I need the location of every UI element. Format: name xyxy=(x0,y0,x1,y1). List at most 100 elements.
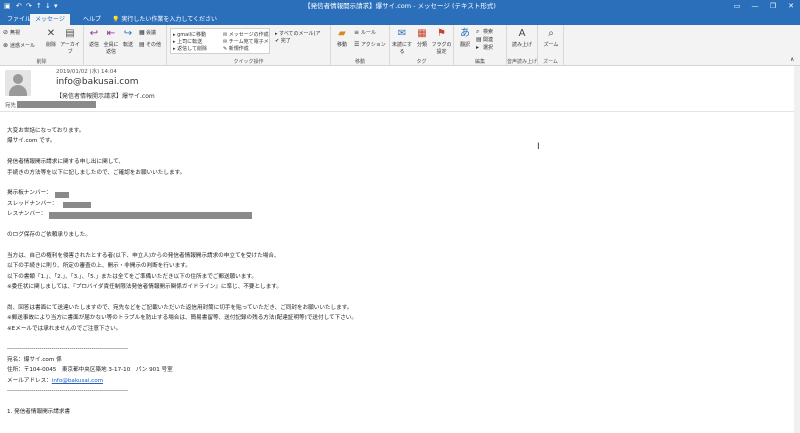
body-line: メールアドレス：info@bakusai.com xyxy=(7,378,104,384)
read-aloud-button[interactable]: A 読み上げ xyxy=(511,28,533,48)
unread-button[interactable]: ✉ 未読にする xyxy=(391,28,413,55)
junk-icon: ⊗ xyxy=(3,42,9,49)
select-icon: ▸ xyxy=(476,44,480,51)
collapse-ribbon-icon[interactable]: ∧ xyxy=(790,56,794,63)
body-line: のログ保存のご依頼承りました。 xyxy=(7,232,91,238)
rules-icon: ≡ xyxy=(354,29,360,36)
archive-icon: ▤ xyxy=(65,28,75,39)
edit-group: あ翻訳 ⌕ 検索 ▤関連 ▸ 選択 編集 xyxy=(454,25,507,66)
delete-x-icon: ✕ xyxy=(46,28,56,39)
tell-me-box[interactable]: 💡 実行したい作業を入力してください xyxy=(112,14,217,25)
reply-button[interactable]: ↩ 返信 xyxy=(86,28,102,48)
email-link[interactable]: info@bakusai.com xyxy=(52,378,103,384)
text-cursor-icon: I xyxy=(537,142,540,152)
reply-all-button[interactable]: ⇤ 全員に返信 xyxy=(102,28,120,55)
junk-button[interactable]: ⊗ 迷惑メール xyxy=(3,42,35,49)
quick-step-gmail[interactable]: ▸ gmailに移動 xyxy=(173,31,206,38)
quick-step-done[interactable]: ✔ 完了 xyxy=(275,37,291,44)
to-label: 宛先 xyxy=(5,103,17,109)
quick-step-all-mail[interactable]: ▸ すべてのメール(ア xyxy=(275,30,321,37)
related-button[interactable]: ▤関連 xyxy=(476,36,493,43)
quick-step-team-email[interactable]: ✉ チーム宛て電子メ xyxy=(223,38,269,45)
tab-help[interactable]: ヘルプ xyxy=(78,14,106,25)
envelope-icon: ✉ xyxy=(397,28,407,39)
quick-steps-label: クイック操作 xyxy=(233,59,264,65)
redacted-recipient xyxy=(17,101,96,108)
tags-group: ✉ 未読にする ▦ 分類 ⚑ フラグの設定 タグ xyxy=(390,25,454,66)
body-line: 宛名：爆サイ.com 係 xyxy=(7,357,62,363)
body-line: ----------------------------------------… xyxy=(7,346,129,352)
minimize-button[interactable]: — xyxy=(746,0,764,13)
more-button[interactable]: ▤その他 xyxy=(139,41,161,48)
body-line: スレッドナンバー： xyxy=(7,201,58,207)
sent-date: 2019/01/02 (水) 14:04 xyxy=(56,69,117,75)
body-line: 住所：〒104-0045 東京都中央区築地 3-17-10 パン 901 号室 xyxy=(7,367,173,373)
body-line: ※委任状に関しましては、『プロバイダ責任制限法発信者情報開示関係ガイドライン』に… xyxy=(7,284,282,290)
sender-address[interactable]: info@bakusai.com xyxy=(56,77,139,87)
quick-steps-group: ▸ gmailに移動 ▸ 上司に転送 ▸ 返信して削除 ✉ メッセージの作成 ✉… xyxy=(167,25,331,66)
lightbulb-icon: 💡 xyxy=(112,16,122,23)
followup-button[interactable]: ⚑ フラグの設定 xyxy=(431,28,452,55)
body-line: ----------------------------------------… xyxy=(7,388,129,394)
body-line: 発信者情報開示請求に関する申し出に関して、 xyxy=(7,159,125,165)
archive-button[interactable]: ▤ アーカイブ xyxy=(60,28,80,55)
speaker-icon: A xyxy=(518,28,526,39)
message-header xyxy=(0,66,800,112)
magnifier-icon: ⌕ xyxy=(548,28,554,39)
forward-button[interactable]: ↪ 転送 xyxy=(120,28,136,48)
quick-step-create-message[interactable]: ✉ メッセージの作成 xyxy=(223,31,269,38)
window-title: 【発信者情報開示請求】爆サイ.com - メッセージ (テキスト形式) xyxy=(304,2,496,10)
body-line: 掲示板ナンバー： xyxy=(7,190,52,196)
categorize-button[interactable]: ▦ 分類 xyxy=(414,28,430,48)
actions-button[interactable]: ☰ アクション xyxy=(354,41,386,48)
body-line: ※郵送事故により当方に書面が届かない等のトラブルを防止する場合は、簡易書留等、送… xyxy=(7,315,357,321)
ribbon: ⊘ 無視 ⊗ 迷惑メール ✕ 削除 ▤ アーカイブ 削除 ↩ 返信 ⇤ 全員に返信 ↪ 転送 … xyxy=(0,25,800,66)
related-icon: ▤ xyxy=(476,36,482,43)
redacted-board-number xyxy=(55,192,69,198)
restore-button[interactable]: ❐ xyxy=(764,0,782,13)
delete-group-label: 削除 xyxy=(36,59,47,65)
calendar-icon: ▦ xyxy=(139,29,145,36)
rules-button[interactable]: ≡ ルール xyxy=(354,29,376,36)
redacted-thread-number xyxy=(63,202,91,208)
vertical-scrollbar[interactable] xyxy=(794,66,800,433)
body-line: ※Eメールでは承れませんのでご注意下さい。 xyxy=(7,326,122,332)
folder-move-icon: ▰ xyxy=(338,28,346,39)
message-subject: 【発信者情報開示請求】爆サイ.com xyxy=(56,93,155,100)
edit-group-label: 編集 xyxy=(474,59,485,65)
body-line: 以下の手続きに則り、所定の審査の上、開示・非開示の判断を行います。 xyxy=(7,263,191,269)
reply-arrow-icon: ↩ xyxy=(89,28,99,39)
forward-arrow-icon: ↪ xyxy=(123,28,133,39)
search-icon: ⌕ xyxy=(476,28,480,35)
body-line: 手続きの方法等を以下に記しましたので、ご確認をお願いいたします。 xyxy=(7,170,186,176)
body-line: レスナンバー： xyxy=(7,211,47,217)
ignore-button[interactable]: ⊘ 無視 xyxy=(3,29,20,36)
zoom-button[interactable]: ⌕ ズーム xyxy=(541,28,561,48)
translate-icon: あ xyxy=(460,28,470,39)
tags-group-label: タグ xyxy=(416,59,427,65)
ribbon-tabs: ファイル メッセージ ヘルプ 💡 実行したい作業を入力してください xyxy=(0,13,800,25)
tab-message[interactable]: メッセージ xyxy=(30,14,70,25)
body-line: 以下の書類「1.」、「2.」、「3.」、「5.」または全てをご準備いただき以下の… xyxy=(7,274,258,280)
ribbon-display-icon[interactable]: ▭ xyxy=(728,0,746,13)
speech-group-label: 音声読み上げ xyxy=(507,59,538,65)
close-button[interactable]: ✕ xyxy=(782,0,800,13)
quick-step-reply-delete[interactable]: ▸ 返信して削除 xyxy=(173,45,207,52)
move-group-label: 移動 xyxy=(354,59,365,65)
zoom-group: ⌕ ズーム ズーム xyxy=(538,25,564,66)
delete-button[interactable]: ✕ 削除 xyxy=(42,28,60,48)
body-line: 尚、回答は書面にて送達いたしますので、宛先などをご記載いただいた返信用封筒に切手… xyxy=(7,305,353,311)
body-line: 爆サイ.com です。 xyxy=(7,138,56,144)
meeting-button[interactable]: ▦会議 xyxy=(139,29,156,36)
select-button[interactable]: ▸ 選択 xyxy=(476,44,493,51)
quick-steps-gallery: ▸ gmailに移動 ▸ 上司に転送 ▸ 返信して削除 ✉ メッセージの作成 ✉… xyxy=(170,28,270,54)
move-button[interactable]: ▰ 移動 xyxy=(334,28,350,48)
move-group: ▰ 移動 ≡ ルール ☰ アクション 移動 xyxy=(331,25,390,66)
tell-me-text: 実行したい作業を入力してください xyxy=(121,16,218,23)
quick-step-new[interactable]: ✎ 新規作成 xyxy=(223,45,249,52)
translate-button[interactable]: あ翻訳 xyxy=(457,28,473,48)
find-button[interactable]: ⌕ 検索 xyxy=(476,28,493,36)
actions-icon: ☰ xyxy=(354,41,360,48)
quick-step-forward-boss[interactable]: ▸ 上司に転送 xyxy=(173,38,202,45)
redacted-res-number xyxy=(49,212,252,219)
